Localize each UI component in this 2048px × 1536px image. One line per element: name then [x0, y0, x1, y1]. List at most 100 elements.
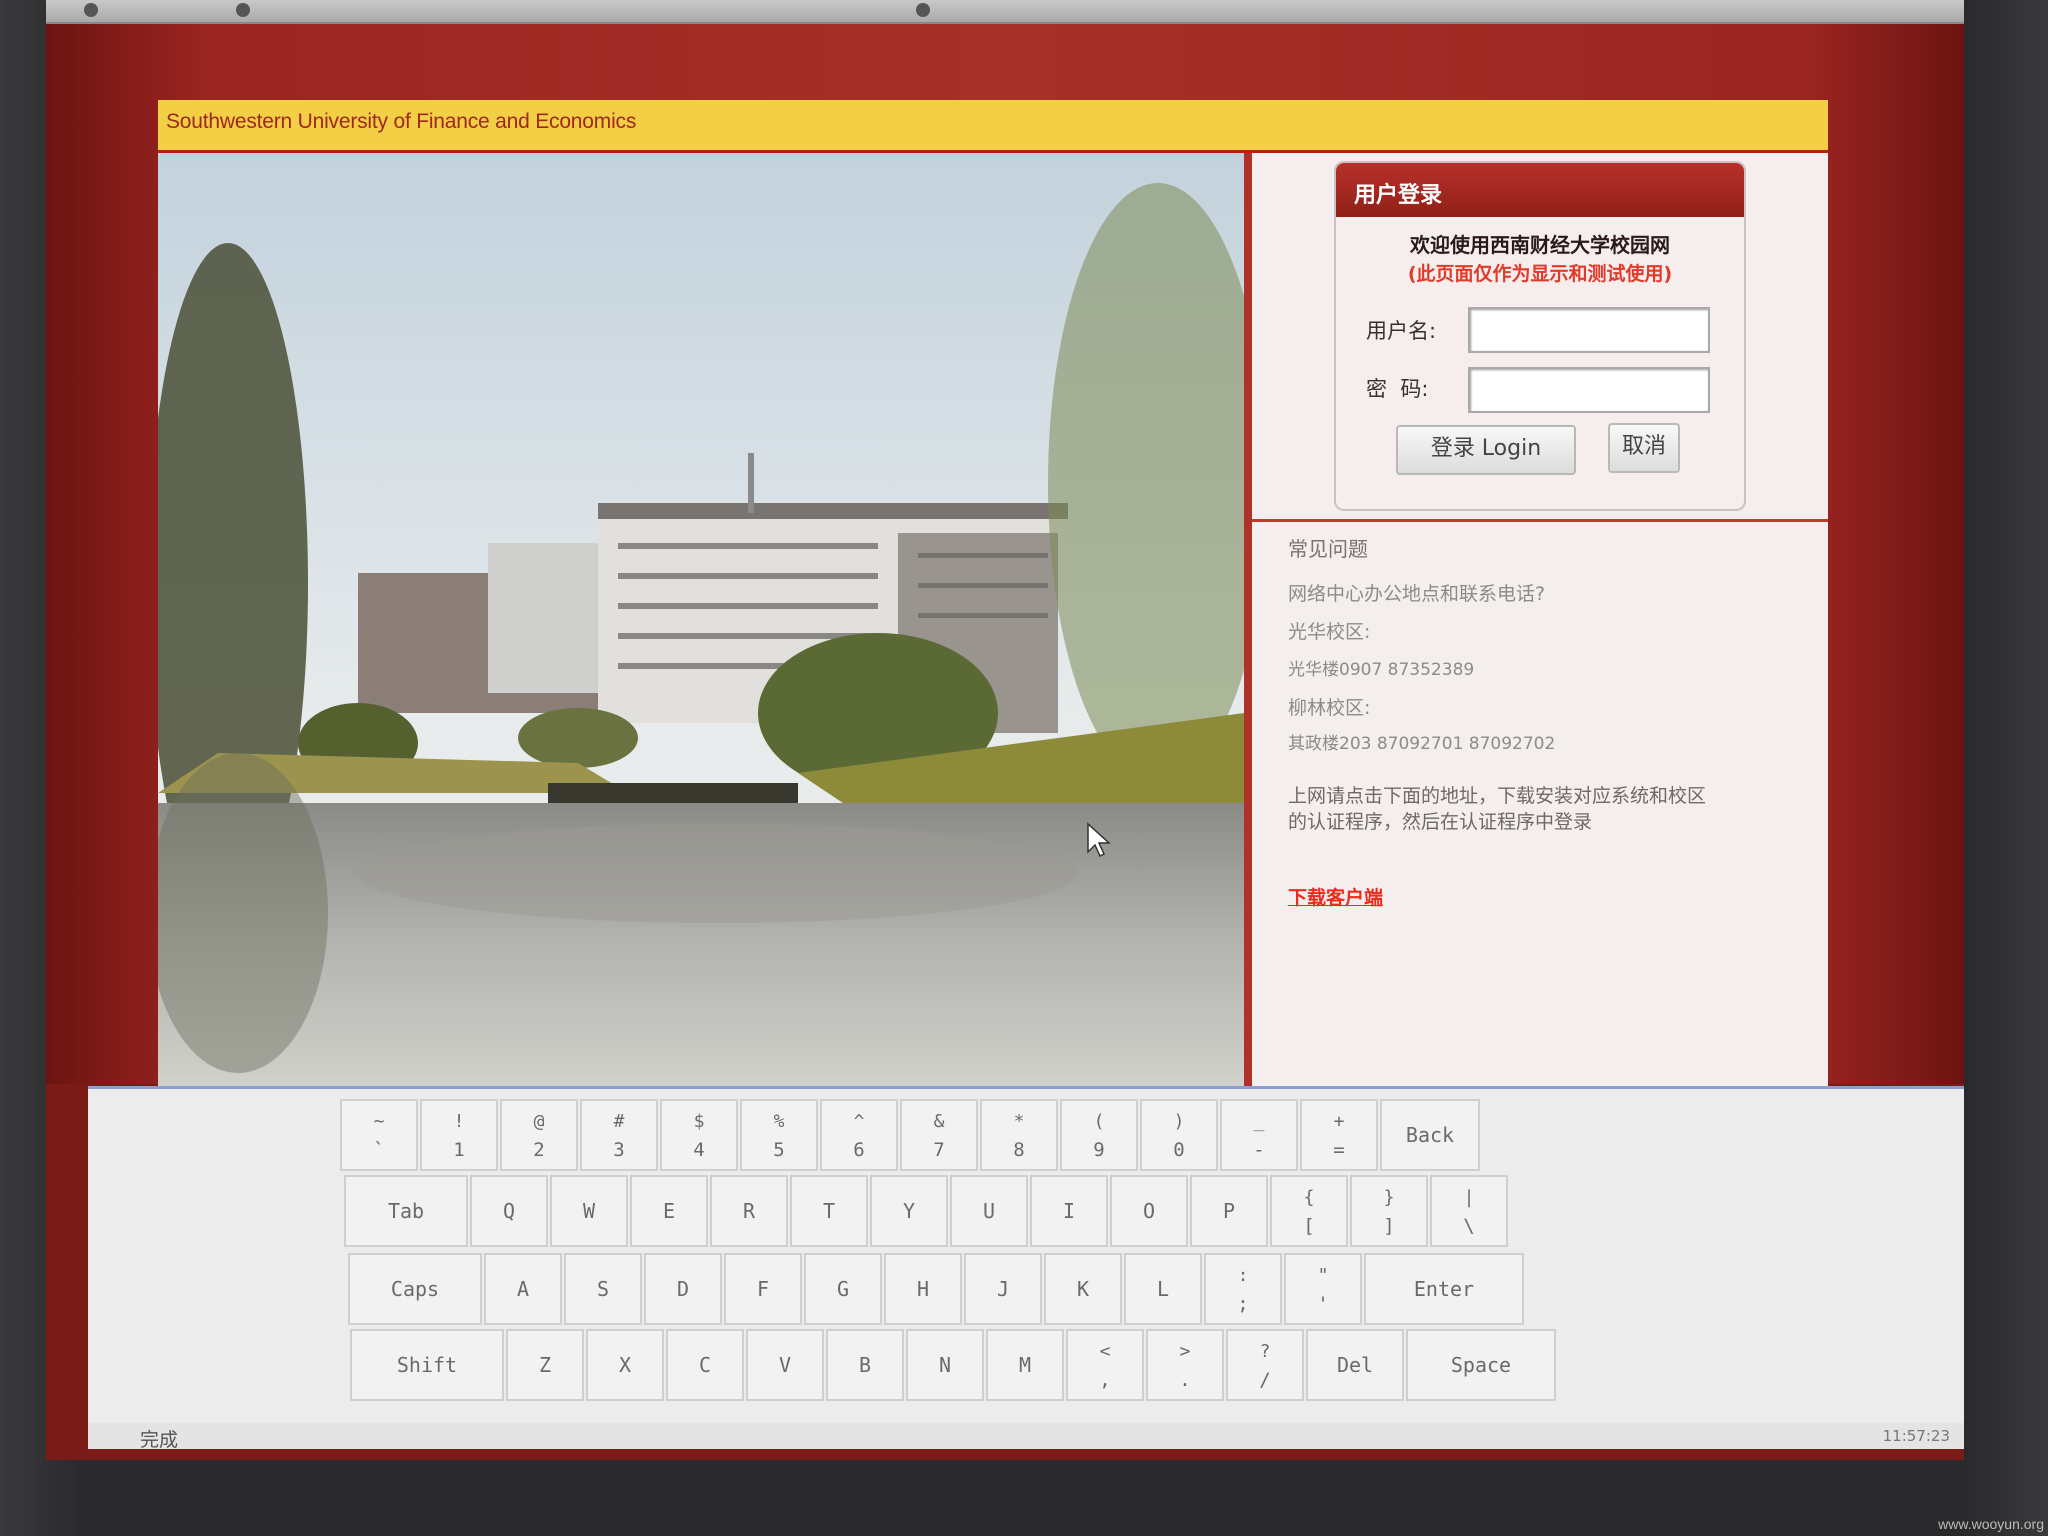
key-g[interactable]: G [804, 1253, 882, 1325]
key-3[interactable]: #3 [580, 1099, 658, 1171]
key-sym10[interactable]: :; [1204, 1253, 1282, 1325]
key-label: Shift [396, 1353, 458, 1377]
key-i[interactable]: I [1030, 1175, 1108, 1247]
key-sym11[interactable]: _ - [1220, 1099, 1298, 1171]
key-shift-label: } [1383, 1187, 1395, 1208]
key-label: = [1333, 1139, 1345, 1161]
username-field[interactable] [1468, 307, 1710, 353]
key-6[interactable]: ^ 6 [820, 1099, 898, 1171]
key-k[interactable]: K [1044, 1253, 1122, 1325]
key-shift-label: { [1303, 1187, 1315, 1208]
key-j[interactable]: J [964, 1253, 1042, 1325]
taskbar-icon[interactable] [916, 3, 930, 17]
key-sym8[interactable]: <, [1066, 1329, 1144, 1401]
key-label: L [1156, 1277, 1170, 1301]
key-label: Y [902, 1199, 916, 1223]
key-label: F [756, 1277, 770, 1301]
key-label: X [618, 1353, 632, 1377]
key-y[interactable]: Y [870, 1175, 948, 1247]
key-tab[interactable]: Tab [344, 1175, 468, 1247]
key-sym0[interactable]: ~ ` [340, 1099, 418, 1171]
key-label: 6 [853, 1139, 865, 1161]
key-shift[interactable]: Shift [350, 1329, 504, 1401]
key-shift-label: _ [1253, 1111, 1265, 1132]
key-sym11[interactable]: " ' [1284, 1253, 1362, 1325]
key-sym12[interactable]: + = [1300, 1099, 1378, 1171]
key-back[interactable]: Back [1380, 1099, 1480, 1171]
key-v[interactable]: V [746, 1329, 824, 1401]
key-label: [ [1303, 1215, 1315, 1237]
key-u[interactable]: U [950, 1175, 1028, 1247]
key-sym11[interactable]: {[ [1270, 1175, 1348, 1247]
login-portal: Southwestern University of Finance and E… [158, 100, 1828, 1090]
key-caps[interactable]: Caps [348, 1253, 482, 1325]
key-label: S [596, 1277, 610, 1301]
key-del[interactable]: Del [1306, 1329, 1404, 1401]
key-4[interactable]: $4 [660, 1099, 738, 1171]
key-shift-label: < [1099, 1341, 1111, 1362]
key-0[interactable]: ) 0 [1140, 1099, 1218, 1171]
key-r[interactable]: R [710, 1175, 788, 1247]
key-m[interactable]: M [986, 1329, 1064, 1401]
key-sym10[interactable]: ? / [1226, 1329, 1304, 1401]
key-label: K [1076, 1277, 1090, 1301]
key-q[interactable]: Q [470, 1175, 548, 1247]
password-field[interactable] [1468, 367, 1710, 413]
faq-heading: 常见问题 [1288, 537, 1368, 561]
key-e[interactable]: E [630, 1175, 708, 1247]
key-shift-label: + [1333, 1111, 1345, 1132]
key-8[interactable]: * 8 [980, 1099, 1058, 1171]
taskbar-icon[interactable] [84, 3, 98, 17]
welcome-text: 欢迎使用西南财经大学校园网 [1410, 233, 1670, 257]
key-sym13[interactable]: | \ [1430, 1175, 1508, 1247]
key-label: Back [1405, 1123, 1455, 1147]
key-label: 9 [1093, 1139, 1105, 1161]
key-shift-label: " [1317, 1265, 1329, 1286]
key-label: Space [1450, 1353, 1512, 1377]
faq-instruction: 的认证程序，然后在认证程序中登录 [1288, 811, 1593, 833]
key-d[interactable]: D [644, 1253, 722, 1325]
key-shift-label: * [1013, 1111, 1025, 1132]
key-c[interactable]: C [666, 1329, 744, 1401]
key-1[interactable]: ! 1 [420, 1099, 498, 1171]
key-w[interactable]: W [550, 1175, 628, 1247]
download-client-link[interactable]: 下载客户端 [1288, 883, 1383, 910]
right-panel: 用户登录 欢迎使用西南财经大学校园网 (此页面仅作为显示和测试使用) 用户名: … [1252, 153, 1828, 1090]
key-p[interactable]: P [1190, 1175, 1268, 1247]
key-f[interactable]: F [724, 1253, 802, 1325]
taskbar-icon[interactable] [236, 3, 250, 17]
key-label: 0 [1173, 1139, 1185, 1161]
mouse-cursor-icon [1087, 822, 1111, 858]
key-enter[interactable]: Enter [1364, 1253, 1524, 1325]
key-5[interactable]: % 5 [740, 1099, 818, 1171]
cancel-button[interactable]: 取消 [1608, 423, 1680, 473]
key-7[interactable]: & 7 [900, 1099, 978, 1171]
key-space[interactable]: Space [1406, 1329, 1556, 1401]
key-t[interactable]: T [790, 1175, 868, 1247]
key-label: W [582, 1199, 596, 1223]
key-s[interactable]: S [564, 1253, 642, 1325]
key-b[interactable]: B [826, 1329, 904, 1401]
key-o[interactable]: O [1110, 1175, 1188, 1247]
key-l[interactable]: L [1124, 1253, 1202, 1325]
login-title: 用户登录 [1354, 183, 1443, 208]
key-2[interactable]: @2 [500, 1099, 578, 1171]
key-9[interactable]: (9 [1060, 1099, 1138, 1171]
panel-divider [1244, 153, 1252, 1090]
key-label: 4 [693, 1139, 705, 1161]
login-button[interactable]: 登录 Login [1396, 425, 1576, 475]
demo-note: (此页面仅作为显示和测试使用) [1407, 263, 1673, 285]
key-n[interactable]: N [906, 1329, 984, 1401]
key-shift-label: ! [453, 1111, 465, 1132]
username-label: 用户名: [1366, 319, 1437, 343]
key-h[interactable]: H [884, 1253, 962, 1325]
key-sym9[interactable]: >. [1146, 1329, 1224, 1401]
key-sym12[interactable]: }] [1350, 1175, 1428, 1247]
key-label: 7 [933, 1139, 945, 1161]
key-a[interactable]: A [484, 1253, 562, 1325]
key-label: 1 [453, 1139, 465, 1161]
header-title: Southwestern University of Finance and E… [166, 110, 637, 133]
key-z[interactable]: Z [506, 1329, 584, 1401]
login-title-bar: 用户登录 [1336, 163, 1744, 217]
key-x[interactable]: X [586, 1329, 664, 1401]
